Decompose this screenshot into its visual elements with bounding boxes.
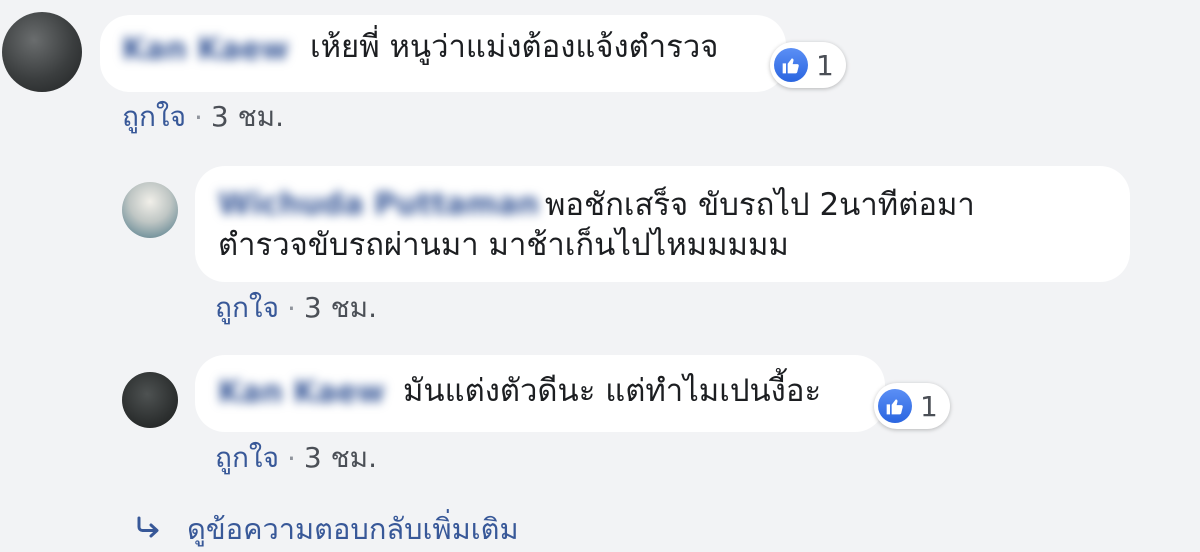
separator: ·: [286, 291, 296, 325]
avatar[interactable]: [2, 12, 82, 92]
reaction-count-badge[interactable]: 1: [770, 42, 846, 88]
comment-text-line-1: พอชักเสร็จ ขับรถไป 2นาทีต่อมา: [545, 187, 975, 223]
comment-actions: ถูกใจ · 3 ชม.: [215, 286, 377, 330]
comment-text: มันแต่งตัวดีนะ แต่ทำไมเปนงี้อะ: [403, 373, 822, 409]
timestamp[interactable]: 3 ชม.: [211, 95, 284, 139]
comment-actions: ถูกใจ · 3 ชม.: [215, 436, 377, 480]
like-count: 1: [920, 389, 938, 423]
comment-text: เห้ยพี่ หนูว่าแม่งต้องแจ้งตำรวจ: [310, 29, 719, 65]
avatar[interactable]: [122, 182, 178, 238]
comment-author[interactable]: Kan Kaew: [218, 375, 385, 410]
like-count: 1: [816, 48, 834, 82]
separator: ·: [193, 100, 203, 134]
avatar[interactable]: [122, 372, 178, 428]
comment-actions: ถูกใจ · 3 ชม.: [122, 95, 284, 139]
comment-author[interactable]: Kan Kaew: [122, 32, 289, 67]
timestamp[interactable]: 3 ชม.: [304, 436, 377, 480]
comment-author[interactable]: Wichuda Puttaman: [218, 187, 539, 222]
view-more-replies-label[interactable]: ดูข้อความตอบกลับเพิ่มเติม: [187, 506, 519, 552]
thumbs-up-icon: [774, 48, 808, 82]
timestamp[interactable]: 3 ชม.: [304, 286, 377, 330]
like-link[interactable]: ถูกใจ: [122, 95, 186, 139]
comment-text-line-2: ตำรวจขับรถผ่านมา มาช้าเก็นไปไหมมมมม: [218, 227, 789, 263]
reply-arrow-icon: [135, 516, 163, 542]
thumbs-up-icon: [878, 389, 912, 423]
like-link[interactable]: ถูกใจ: [215, 436, 279, 480]
reaction-count-badge[interactable]: 1: [874, 383, 950, 429]
view-more-replies[interactable]: ดูข้อความตอบกลับเพิ่มเติม: [135, 506, 519, 552]
like-link[interactable]: ถูกใจ: [215, 286, 279, 330]
separator: ·: [286, 441, 296, 475]
